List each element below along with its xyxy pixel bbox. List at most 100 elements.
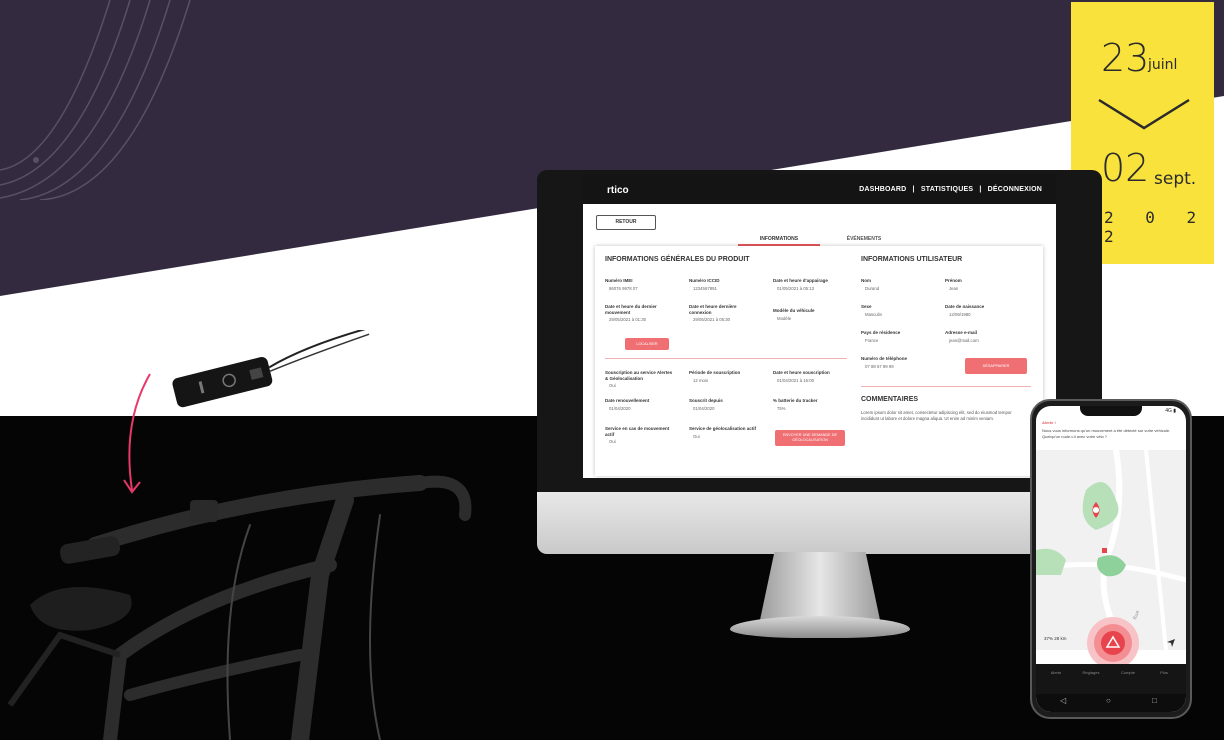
- tab-reglages[interactable]: Réglages: [1076, 670, 1106, 675]
- back-nav-icon[interactable]: ◁: [1060, 696, 1066, 705]
- field-imei: Numéro IMEI 86076 9978 07: [605, 278, 675, 291]
- field-label: Souscrit depuis: [689, 398, 723, 403]
- phone-tab-bar: Alerte Réglages Compte Plus: [1036, 664, 1186, 694]
- dashboard-screen: rtico DASHBOARD | STATISTIQUES | DÉCONNE…: [583, 174, 1056, 478]
- field-label: Sexe: [861, 304, 872, 309]
- field-label: Modèle du véhicule: [773, 308, 815, 313]
- field-renewal-date: Date renouvellement 01/04/2020: [605, 398, 675, 411]
- field-value: 12 mois: [693, 377, 709, 383]
- field-last-connection: Date et heure dernière connexion 29/05/2…: [689, 304, 759, 322]
- field-label: Service en cas de mouvement actif: [605, 426, 670, 437]
- field-iccid: Numéro ICCID 1234567891: [689, 278, 759, 291]
- tab-evenements[interactable]: ÉVÉNEMENTS: [820, 232, 908, 246]
- field-phone: Numéro de téléphone 07 88 67 99 99: [861, 356, 931, 369]
- dashboard-topbar: rtico DASHBOARD | STATISTIQUES | DÉCONNE…: [583, 174, 1056, 204]
- field-sex: Sexe Masculin: [861, 304, 931, 317]
- start-month: juinl: [1148, 57, 1178, 73]
- nav-separator: |: [979, 186, 982, 193]
- field-value: Oui: [693, 433, 700, 439]
- field-value: 01/04/2021 à 16:00: [777, 377, 815, 383]
- field-label: Date et heure d'appairage: [773, 278, 828, 283]
- field-last-movement: Date et heure du dernier mouvement 29/05…: [605, 304, 675, 322]
- field-first-name: Prénom Jean: [945, 278, 1015, 291]
- section-divider: [861, 386, 1031, 387]
- field-subscription-date: Date et heure souscription 01/04/2021 à …: [773, 370, 843, 383]
- end-day: 02: [1101, 146, 1150, 190]
- field-geolocation-service: Service de géolocalisation actif Oui: [689, 426, 759, 439]
- field-value: Masculin: [865, 311, 882, 317]
- field-birth-date: Date de naissance 12/09/1980: [945, 304, 1015, 317]
- nav-dashboard[interactable]: DASHBOARD: [859, 186, 906, 193]
- field-movement-service: Service en cas de mouvement actif Oui: [605, 426, 675, 444]
- field-value: 75%: [777, 405, 786, 411]
- field-subscription-period: Période de souscription 12 mois: [689, 370, 759, 383]
- alert-message: Nous vous informons qu'un mouvement a ét…: [1042, 428, 1171, 439]
- comments-title: COMMENTAIRES: [861, 396, 919, 403]
- nav-deconnexion[interactable]: DÉCONNEXION: [988, 186, 1042, 193]
- field-value: 07 88 67 99 99: [865, 363, 894, 369]
- chevron-down-icon: [1098, 98, 1190, 130]
- field-value: jean@mail.com: [949, 337, 979, 343]
- field-value: 12/09/1980: [949, 311, 971, 317]
- field-vehicle-model: Modèle du véhicule Modèle: [773, 308, 843, 321]
- field-label: Adresse e-mail: [945, 330, 978, 335]
- nav-statistiques[interactable]: STATISTIQUES: [921, 186, 973, 193]
- field-value: Durand: [865, 285, 880, 291]
- decorative-arcs: [0, 0, 191, 200]
- field-label: Date et heure du dernier mouvement: [605, 304, 657, 315]
- locate-button[interactable]: LOCALISER: [625, 338, 669, 350]
- navigation-arrow-icon[interactable]: [1166, 638, 1176, 648]
- field-label: Numéro de téléphone: [861, 356, 908, 361]
- year: 2 0 2 2: [1104, 208, 1208, 246]
- field-value: 29/05/2021 à 01:30: [609, 317, 647, 322]
- field-pairing-date: Date et heure d'appairage 01/05/2021 à 0…: [773, 278, 843, 291]
- app-logo: rtico: [607, 185, 629, 196]
- start-day: 23: [1101, 36, 1150, 80]
- field-value: 29/05/2021 à 05:30: [693, 317, 731, 322]
- field-label: % batterie du tracker: [773, 398, 818, 403]
- monitor-chin: [537, 492, 1102, 554]
- recent-apps-icon[interactable]: □: [1152, 696, 1157, 705]
- field-label: Date et heure souscription: [773, 370, 830, 375]
- field-label: Pays de résidence: [861, 330, 901, 335]
- field-label: Prénom: [945, 278, 962, 283]
- field-value: Oui: [609, 439, 616, 444]
- stats-row: 37% 28 km: [1044, 636, 1067, 641]
- field-label: Date renouvellement: [605, 398, 650, 403]
- field-value: Oui: [609, 383, 616, 388]
- user-info-title: INFORMATIONS UTILISATEUR: [861, 256, 963, 263]
- system-nav-bar: ◁ ○ □: [1036, 694, 1186, 712]
- info-panel: INFORMATIONS GÉNÉRALES DU PRODUIT Numéro…: [595, 246, 1043, 476]
- section-divider: [605, 358, 847, 359]
- field-value: Modèle: [777, 315, 792, 321]
- tab-informations[interactable]: INFORMATIONS: [738, 232, 820, 246]
- geolocation-request-button[interactable]: ENVOYER UNE DEMANDE DE GÉOLOCALISATION: [775, 430, 845, 446]
- nav-separator: |: [912, 186, 915, 193]
- alert-pulse-icon[interactable]: [1086, 616, 1140, 670]
- product-info-title: INFORMATIONS GÉNÉRALES DU PRODUIT: [605, 256, 750, 263]
- home-nav-icon[interactable]: ○: [1106, 696, 1111, 705]
- phone-screen: 4G ▮ Alerte ! Nous vous informons qu'un …: [1036, 406, 1186, 712]
- field-label: Période de souscription: [689, 370, 741, 375]
- field-value: 01/05/2021 à 05:13: [777, 285, 815, 291]
- battery-stat: 37%: [1044, 636, 1054, 641]
- field-value: 01/04/2020: [693, 405, 715, 411]
- alert-title: Alerte !: [1042, 420, 1056, 425]
- gps-tracker-device: [172, 330, 370, 408]
- end-month: sept.: [1154, 169, 1197, 189]
- field-email: Adresse e-mail jean@mail.com: [945, 330, 1015, 343]
- tab-compte[interactable]: Compte: [1113, 670, 1143, 675]
- unpair-button[interactable]: DÉSAPPAIRER: [965, 358, 1027, 374]
- bicycle-image: [7, 475, 472, 740]
- distance-stat: 28 km: [1054, 636, 1067, 641]
- tab-alerte[interactable]: Alerte: [1041, 670, 1071, 675]
- comments-text: Lorem ipsum dolor sit amet, consectetur …: [861, 410, 1012, 421]
- status-bar: 4G ▮: [1165, 408, 1176, 414]
- field-label: Date et heure dernière connexion: [689, 304, 737, 315]
- field-country: Pays de résidence France: [861, 330, 931, 343]
- field-last-name: Nom Durand: [861, 278, 931, 291]
- field-value: Jean: [949, 285, 959, 291]
- tab-plus[interactable]: Plus: [1149, 670, 1179, 675]
- back-button[interactable]: RETOUR: [596, 215, 656, 230]
- field-value: 86076 9978 07: [609, 285, 638, 291]
